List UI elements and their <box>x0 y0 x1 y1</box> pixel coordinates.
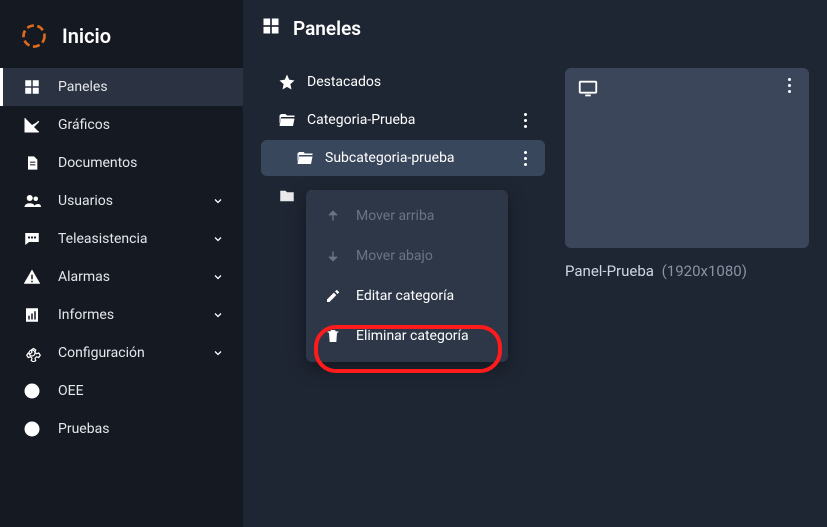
edit-icon <box>324 288 342 304</box>
chat-icon <box>22 230 42 248</box>
chart-icon <box>22 116 42 134</box>
chevron-down-icon <box>211 309 225 321</box>
context-menu: Mover arriba Mover abajo Editar categorí… <box>306 190 508 362</box>
ctx-move-up: Mover arriba <box>306 196 508 236</box>
panels-icon <box>261 16 281 40</box>
ctx-delete-label: Eliminar categoría <box>356 328 469 344</box>
nav-label: Gráficos <box>58 117 225 133</box>
arrow-up-icon <box>324 208 342 224</box>
nav-label: Paneles <box>58 79 225 95</box>
more-icon[interactable] <box>517 113 533 128</box>
percent-icon <box>22 382 42 400</box>
panel-card[interactable] <box>565 68 809 248</box>
nav-label: Informes <box>58 307 195 323</box>
brand[interactable]: Inicio <box>0 14 243 68</box>
gear-icon <box>22 344 42 362</box>
chevron-down-icon <box>211 271 225 283</box>
panel-area: Panel-Prueba (1920x1080) <box>565 16 809 511</box>
ctx-move-down-label: Mover abajo <box>356 248 433 264</box>
nav-label: Configuración <box>58 345 195 361</box>
monitor-icon <box>577 78 599 104</box>
ctx-move-up-label: Mover arriba <box>356 208 434 224</box>
tree-featured-label: Destacados <box>307 74 533 90</box>
panel-size: (1920x1080) <box>662 262 747 280</box>
ctx-edit[interactable]: Editar categoría <box>306 276 508 316</box>
tree-category-label: Categoria-Prueba <box>307 112 507 128</box>
nav-item-report[interactable]: Informes <box>0 296 243 334</box>
brand-logo-icon <box>20 22 48 50</box>
nav-label: OEE <box>58 383 225 399</box>
chevron-down-icon <box>211 347 225 359</box>
document-icon <box>22 154 42 172</box>
nav-item-dashboard[interactable]: Paneles <box>0 68 243 106</box>
folder-icon <box>277 187 297 205</box>
tree-category[interactable]: Categoria-Prueba <box>261 102 545 138</box>
dashboard-icon <box>22 78 42 96</box>
nav-item-chart[interactable]: Gráficos <box>0 106 243 144</box>
ban-icon <box>22 420 42 438</box>
tree-featured[interactable]: Destacados <box>261 64 545 100</box>
folder-open-icon <box>295 149 315 167</box>
arrow-down-icon <box>324 248 342 264</box>
sidebar: Inicio Paneles Gráficos Documentos Usuarios… <box>0 0 243 527</box>
panel-caption: Panel-Prueba (1920x1080) <box>565 262 809 280</box>
nav-label: Usuarios <box>58 193 195 209</box>
trash-icon <box>324 328 342 344</box>
users-icon <box>22 192 42 210</box>
nav-item-percent[interactable]: OEE <box>0 372 243 410</box>
star-icon <box>277 73 297 91</box>
folder-open-icon <box>277 111 297 129</box>
chevron-down-icon <box>211 195 225 207</box>
nav-label: Alarmas <box>58 269 195 285</box>
page-header: Paneles <box>261 16 545 40</box>
nav-label: Documentos <box>58 155 225 171</box>
ctx-move-down: Mover abajo <box>306 236 508 276</box>
nav-item-warning[interactable]: Alarmas <box>0 258 243 296</box>
panel-name: Panel-Prueba <box>565 262 654 280</box>
nav-item-users[interactable]: Usuarios <box>0 182 243 220</box>
warning-icon <box>22 268 42 286</box>
tree-subcategory-label: Subcategoria-prueba <box>325 150 507 166</box>
report-icon <box>22 306 42 324</box>
nav-label: Pruebas <box>58 421 225 437</box>
nav-label: Teleasistencia <box>58 231 195 247</box>
more-icon[interactable] <box>517 151 533 166</box>
nav-item-chat[interactable]: Teleasistencia <box>0 220 243 258</box>
tree-subcategory[interactable]: Subcategoria-prueba <box>261 140 545 176</box>
page-title: Paneles <box>293 17 361 40</box>
nav-item-document[interactable]: Documentos <box>0 144 243 182</box>
brand-title: Inicio <box>62 24 111 48</box>
ctx-delete[interactable]: Eliminar categoría <box>306 316 508 356</box>
chevron-down-icon <box>211 233 225 245</box>
nav: Paneles Gráficos Documentos Usuarios Teleasi… <box>0 68 243 448</box>
nav-item-ban[interactable]: Pruebas <box>0 410 243 448</box>
nav-item-gear[interactable]: Configuración <box>0 334 243 372</box>
more-icon[interactable] <box>781 78 797 93</box>
ctx-edit-label: Editar categoría <box>356 288 454 304</box>
